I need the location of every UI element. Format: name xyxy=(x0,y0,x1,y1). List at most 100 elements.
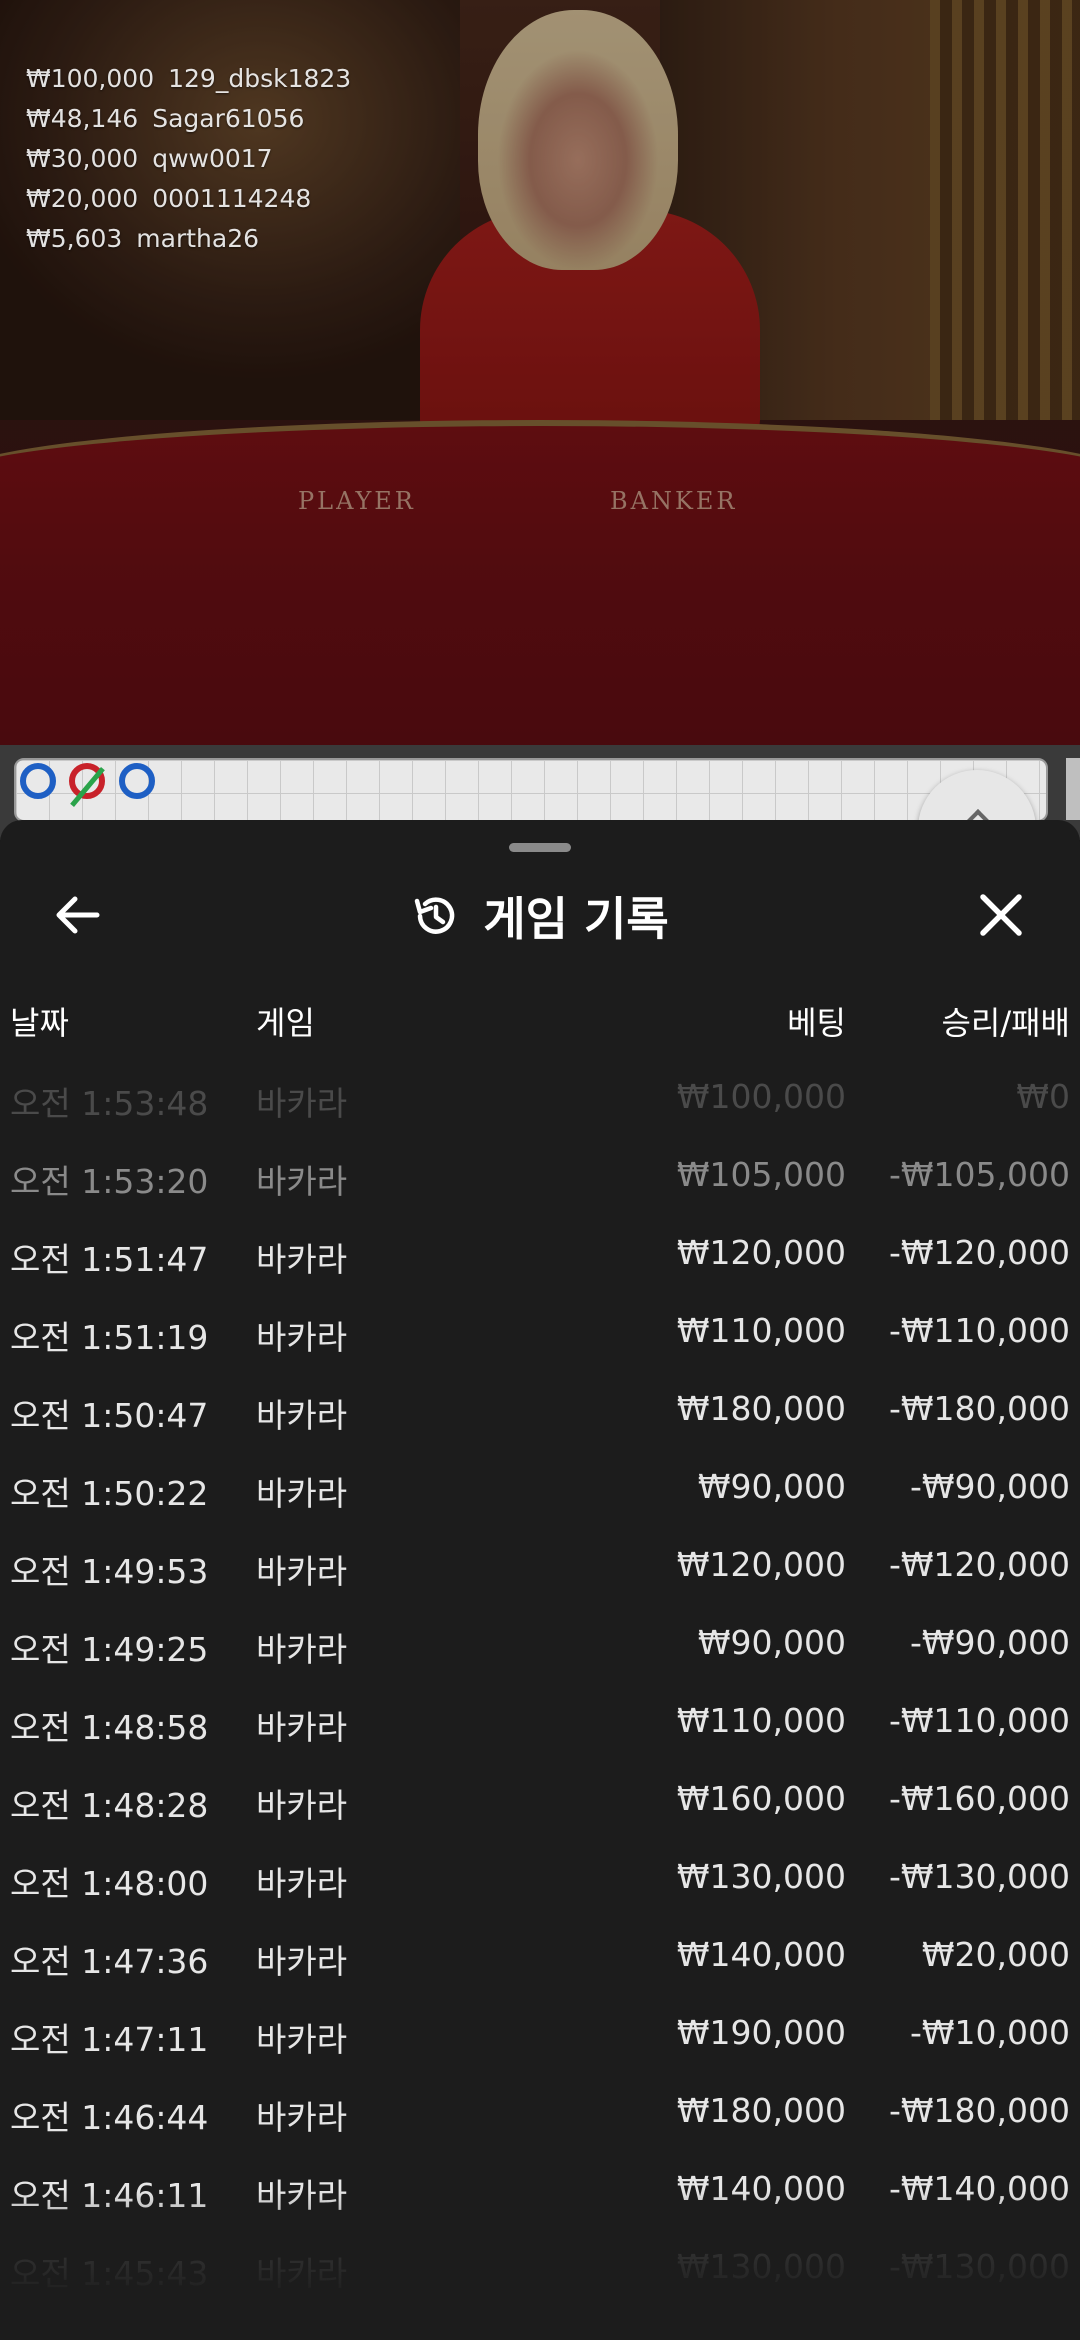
row-result: -₩130,000 xyxy=(888,2247,1070,2286)
sheet-title: 게임 기록 xyxy=(483,892,669,946)
close-icon xyxy=(980,894,1022,936)
table-row[interactable]: 오전 1:48:58 바카라 ₩110,000 -₩110,000 xyxy=(0,1679,1080,1757)
table-row[interactable]: 오전 1:49:53 바카라 ₩120,000 -₩120,000 xyxy=(0,1523,1080,1601)
row-game: 바카라 xyxy=(256,1240,348,1279)
table-row[interactable]: 오전 1:47:36 바카라 ₩140,000 ₩20,000 xyxy=(0,1913,1080,1991)
column-header-bet[interactable]: 베팅 xyxy=(787,998,846,1044)
live-bet-user: 129_dbsk1823 xyxy=(168,64,352,93)
close-button[interactable] xyxy=(966,880,1036,950)
row-date: 오전 1:46:11 xyxy=(10,2176,209,2215)
row-result: -₩160,000 xyxy=(888,1779,1070,1818)
table-row[interactable]: 오전 1:51:19 바카라 ₩110,000 -₩110,000 xyxy=(0,1289,1080,1367)
row-bet: ₩190,000 xyxy=(676,2013,846,2052)
live-bet-user: qww0017 xyxy=(152,144,273,173)
row-result: -₩120,000 xyxy=(888,1545,1070,1584)
column-header-game[interactable]: 게임 xyxy=(256,998,315,1044)
table-row[interactable]: 오전 1:51:47 바카라 ₩120,000 -₩120,000 xyxy=(0,1211,1080,1289)
row-bet: ₩120,000 xyxy=(676,1233,846,1272)
row-bet: ₩140,000 xyxy=(676,1935,846,1974)
table-row[interactable]: 오전 1:49:25 바카라 ₩90,000 -₩90,000 xyxy=(0,1601,1080,1679)
live-bet-row: ₩5,603 martha26 xyxy=(26,224,351,264)
live-bets-list: ₩100,000 129_dbsk1823 ₩48,146 Sagar61056 ₩… xyxy=(26,64,351,264)
row-result: -₩180,000 xyxy=(888,1389,1070,1428)
row-result: -₩90,000 xyxy=(909,1467,1070,1506)
column-header-date[interactable]: 날짜 xyxy=(10,998,69,1044)
live-bet-user: Sagar61056 xyxy=(152,104,305,133)
row-bet: ₩100,000 xyxy=(676,1077,846,1116)
table-row[interactable]: 오전 1:47:11 바카라 ₩190,000 -₩10,000 xyxy=(0,1991,1080,2069)
row-result: -₩105,000 xyxy=(888,1155,1070,1194)
live-bet-user: 0001114248 xyxy=(152,184,312,213)
road-edge xyxy=(1066,758,1080,820)
row-game: 바카라 xyxy=(256,1552,348,1591)
row-result: -₩110,000 xyxy=(888,1311,1070,1350)
screen: PLAYER BANKER ₩100,000 129_dbsk1823 ₩48,1… xyxy=(0,0,1080,2340)
row-date: 오전 1:53:20 xyxy=(10,1162,209,1201)
live-bet-amount: ₩20,000 xyxy=(26,184,139,213)
row-date: 오전 1:50:47 xyxy=(10,1396,209,1435)
row-date: 오전 1:51:19 xyxy=(10,1318,209,1357)
game-history-sheet: 게임 기록 날짜 게임 베팅 승리/패배 오전 1:53:48 바카라 ₩100… xyxy=(0,820,1080,2340)
row-game: 바카라 xyxy=(256,2020,348,2059)
row-date: 오전 1:53:48 xyxy=(10,1084,209,1123)
row-bet: ₩180,000 xyxy=(676,2091,846,2130)
table-row[interactable]: 오전 1:48:28 바카라 ₩160,000 -₩160,000 xyxy=(0,1757,1080,1835)
row-bet: ₩180,000 xyxy=(676,1389,846,1428)
row-game: 바카라 xyxy=(256,1708,348,1747)
row-result: -₩120,000 xyxy=(888,1233,1070,1272)
row-bet: ₩130,000 xyxy=(676,2247,846,2286)
row-bet: ₩120,000 xyxy=(676,1545,846,1584)
sheet-drag-handle[interactable] xyxy=(509,843,571,852)
row-result: -₩110,000 xyxy=(888,1701,1070,1740)
table-row[interactable]: 오전 1:53:48 바카라 ₩100,000 ₩0 xyxy=(0,1055,1080,1133)
table-row[interactable]: 오전 1:45:43 바카라 ₩130,000 -₩130,000 xyxy=(0,2225,1080,2303)
row-game: 바카라 xyxy=(256,1630,348,1669)
history-icon xyxy=(411,891,461,941)
row-game: 바카라 xyxy=(256,1396,348,1435)
bead-road[interactable] xyxy=(14,758,1048,822)
live-bet-row: ₩100,000 129_dbsk1823 xyxy=(26,64,351,104)
road-result-player xyxy=(119,763,155,799)
live-video[interactable]: PLAYER BANKER ₩100,000 129_dbsk1823 ₩48,1… xyxy=(0,0,1080,745)
live-bet-amount: ₩100,000 xyxy=(26,64,155,93)
row-result: -₩130,000 xyxy=(888,1857,1070,1896)
row-result: -₩90,000 xyxy=(909,1623,1070,1662)
row-date: 오전 1:50:22 xyxy=(10,1474,209,1513)
row-date: 오전 1:45:43 xyxy=(10,2254,209,2293)
live-bet-row: ₩48,146 Sagar61056 xyxy=(26,104,351,144)
table-row[interactable]: 오전 1:46:44 바카라 ₩180,000 -₩180,000 xyxy=(0,2069,1080,2147)
column-header-result[interactable]: 승리/패배 xyxy=(941,998,1070,1044)
row-game: 바카라 xyxy=(256,1162,348,1201)
row-date: 오전 1:49:25 xyxy=(10,1630,209,1669)
row-game: 바카라 xyxy=(256,1474,348,1513)
row-bet: ₩110,000 xyxy=(676,1701,846,1740)
live-bet-amount: ₩48,146 xyxy=(26,104,139,133)
row-bet: ₩130,000 xyxy=(676,1857,846,1896)
row-bet: ₩160,000 xyxy=(676,1779,846,1818)
row-game: 바카라 xyxy=(256,2098,348,2137)
live-bet-row: ₩20,000 0001114248 xyxy=(26,184,351,224)
row-game: 바카라 xyxy=(256,1942,348,1981)
history-list[interactable]: 오전 1:53:48 바카라 ₩100,000 ₩0 오전 1:53:20 바카… xyxy=(0,1055,1080,2303)
row-bet: ₩110,000 xyxy=(676,1311,846,1350)
table-row[interactable]: 오전 1:46:11 바카라 ₩140,000 -₩140,000 xyxy=(0,2147,1080,2225)
row-result: ₩0 xyxy=(1016,1077,1070,1116)
table-row[interactable]: 오전 1:53:20 바카라 ₩105,000 -₩105,000 xyxy=(0,1133,1080,1211)
row-game: 바카라 xyxy=(256,2176,348,2215)
row-result: -₩10,000 xyxy=(909,2013,1070,2052)
row-bet: ₩90,000 xyxy=(697,1623,846,1662)
row-bet: ₩90,000 xyxy=(697,1467,846,1506)
live-bet-row: ₩30,000 qww0017 xyxy=(26,144,351,184)
row-date: 오전 1:47:36 xyxy=(10,1942,209,1981)
row-game: 바카라 xyxy=(256,1084,348,1123)
table-row[interactable]: 오전 1:48:00 바카라 ₩130,000 -₩130,000 xyxy=(0,1835,1080,1913)
row-game: 바카라 xyxy=(256,2254,348,2293)
table-row[interactable]: 오전 1:50:22 바카라 ₩90,000 -₩90,000 xyxy=(0,1445,1080,1523)
live-bet-amount: ₩30,000 xyxy=(26,144,139,173)
row-game: 바카라 xyxy=(256,1864,348,1903)
road-result-player xyxy=(20,763,56,799)
row-result: -₩140,000 xyxy=(888,2169,1070,2208)
table-row[interactable]: 오전 1:50:47 바카라 ₩180,000 -₩180,000 xyxy=(0,1367,1080,1445)
row-result: -₩180,000 xyxy=(888,2091,1070,2130)
row-date: 오전 1:49:53 xyxy=(10,1552,209,1591)
